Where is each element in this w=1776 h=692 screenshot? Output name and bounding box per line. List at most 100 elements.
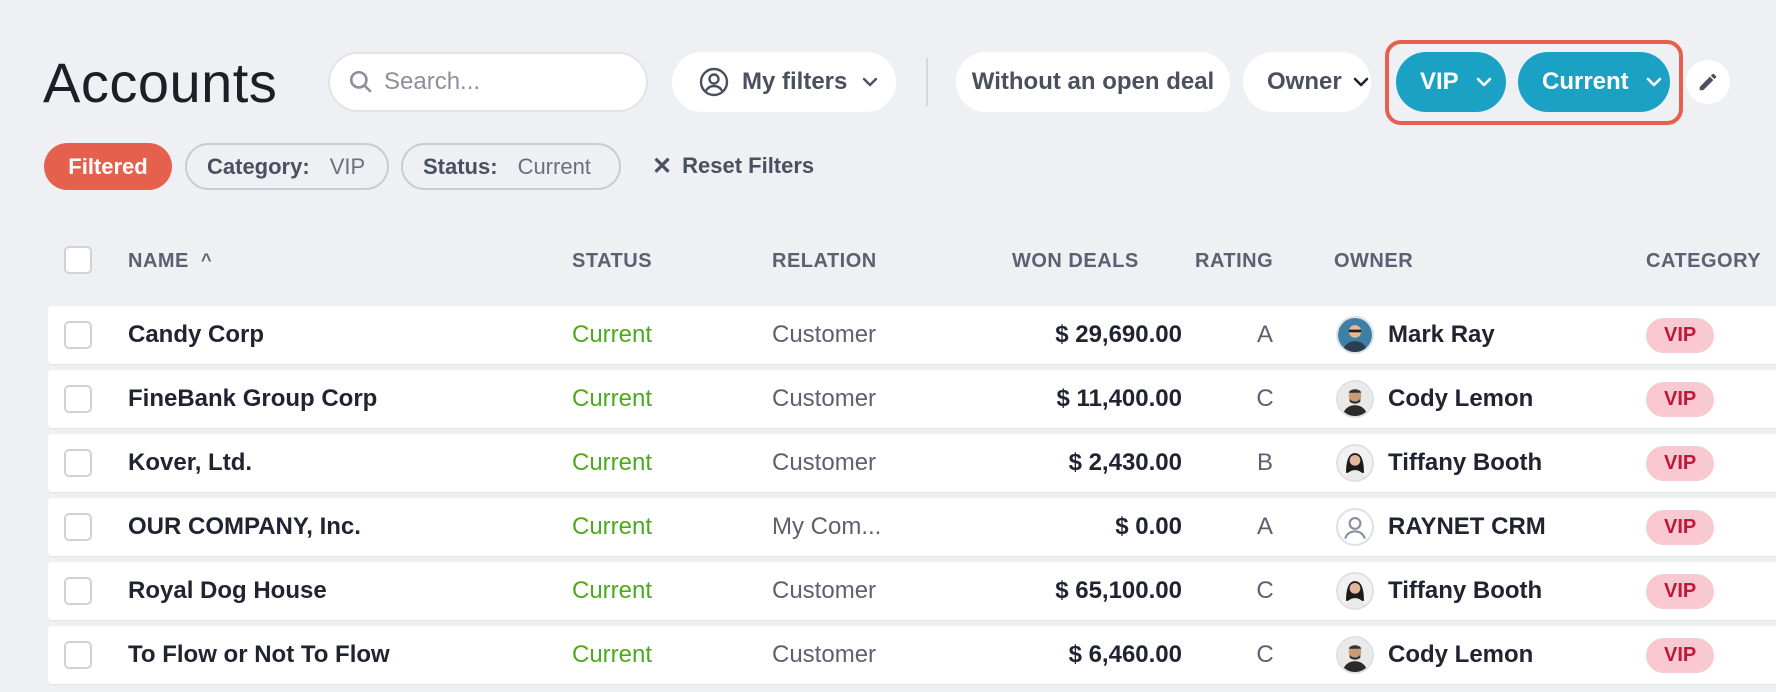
won-deals-value: $ 2,430.00 xyxy=(1068,449,1182,476)
user-circle-icon xyxy=(699,67,729,97)
row-checkbox[interactable] xyxy=(64,513,92,541)
vip-badge: VIP xyxy=(1646,381,1715,417)
search-input[interactable] xyxy=(384,68,624,96)
account-name[interactable]: Candy Corp xyxy=(128,306,264,364)
chip-value: Current xyxy=(517,153,591,179)
avatar xyxy=(1336,444,1374,482)
chevron-down-icon xyxy=(863,77,878,87)
vip-filter-label: VIP xyxy=(1420,68,1459,95)
account-rating: C xyxy=(1256,641,1274,668)
select-all-checkbox[interactable] xyxy=(64,246,92,274)
vip-filter-dropdown[interactable]: VIP xyxy=(1396,52,1506,112)
account-name[interactable]: To Flow or Not To Flow xyxy=(128,626,390,684)
account-relation: Customer xyxy=(772,321,877,348)
vip-badge: VIP xyxy=(1646,509,1715,545)
avatar xyxy=(1336,316,1374,354)
won-deals-value: $ 0.00 xyxy=(1115,513,1182,540)
vip-badge: VIP xyxy=(1646,573,1715,609)
my-filters-dropdown[interactable]: My filters xyxy=(672,52,896,112)
account-status: Current xyxy=(572,641,653,668)
row-checkbox[interactable] xyxy=(64,321,92,349)
chevron-down-icon xyxy=(1353,77,1368,87)
account-name[interactable]: Royal Dog House xyxy=(128,562,327,620)
row-checkbox[interactable] xyxy=(64,385,92,413)
owner-cell: Cody Lemon xyxy=(1336,626,1533,684)
vip-badge: VIP xyxy=(1646,637,1715,673)
category-cell: VIP xyxy=(1646,626,1715,684)
chevron-down-icon xyxy=(1646,77,1661,87)
current-filter-dropdown[interactable]: Current xyxy=(1518,52,1670,112)
owner-name: Tiffany Booth xyxy=(1388,449,1543,476)
without-open-deal-label: Without an open deal xyxy=(971,68,1215,95)
owner-cell: Cody Lemon xyxy=(1336,370,1533,428)
search-icon xyxy=(349,70,372,93)
column-header-rating[interactable]: RATING xyxy=(1195,250,1273,273)
won-deals-value: $ 65,100.00 xyxy=(1055,577,1182,604)
avatar xyxy=(1336,572,1374,610)
owner-filter-label: Owner xyxy=(1267,68,1342,95)
pencil-icon xyxy=(1699,73,1717,91)
category-cell: VIP xyxy=(1646,306,1715,364)
table-row[interactable]: Candy Corp Current Customer $ 29,690.00 … xyxy=(48,306,1776,364)
page-title: Accounts xyxy=(43,51,278,114)
edit-filters-button[interactable] xyxy=(1686,60,1730,104)
account-name[interactable]: FineBank Group Corp xyxy=(128,370,377,428)
sort-ascending-icon: ^ xyxy=(200,250,212,270)
avatar xyxy=(1336,636,1374,674)
owner-filter-dropdown[interactable]: Owner xyxy=(1243,52,1371,112)
table-row[interactable]: Kover, Ltd. Current Customer $ 2,430.00 … xyxy=(48,434,1776,492)
row-checkbox[interactable] xyxy=(64,577,92,605)
table-header: NAME ^ STATUS RELATION WON DEALS RATING … xyxy=(0,240,1776,280)
avatar xyxy=(1336,380,1374,418)
row-checkbox[interactable] xyxy=(64,449,92,477)
account-status: Current xyxy=(572,385,653,412)
account-status: Current xyxy=(572,449,653,476)
account-name[interactable]: Kover, Ltd. xyxy=(128,434,252,492)
reset-filters-button[interactable]: ✕ Reset Filters xyxy=(652,148,814,184)
won-deals-value: $ 6,460.00 xyxy=(1068,641,1182,668)
current-filter-label: Current xyxy=(1542,68,1629,95)
filtered-badge: Filtered xyxy=(44,143,172,190)
category-cell: VIP xyxy=(1646,370,1715,428)
table-row[interactable]: To Flow or Not To Flow Current Customer … xyxy=(48,626,1776,684)
chip-key: Status: xyxy=(423,153,498,179)
won-deals-value: $ 29,690.00 xyxy=(1055,321,1182,348)
account-name[interactable]: OUR COMPANY, Inc. xyxy=(128,498,361,556)
row-checkbox[interactable] xyxy=(64,641,92,669)
category-filter-chip[interactable]: Category: VIP xyxy=(185,143,389,190)
search-box[interactable] xyxy=(328,52,648,112)
account-rating: A xyxy=(1256,513,1273,540)
column-header-won-deals[interactable]: WON DEALS xyxy=(1012,250,1139,273)
category-cell: VIP xyxy=(1646,562,1715,620)
owner-cell: Tiffany Booth xyxy=(1336,434,1542,492)
table-row[interactable]: OUR COMPANY, Inc. Current My Com... $ 0.… xyxy=(48,498,1776,556)
vip-badge: VIP xyxy=(1646,317,1715,353)
category-cell: VIP xyxy=(1646,434,1715,492)
column-header-name[interactable]: NAME ^ xyxy=(128,250,212,273)
column-header-owner[interactable]: OWNER xyxy=(1334,250,1413,273)
status-filter-chip[interactable]: Status: Current xyxy=(401,143,621,190)
account-rating: B xyxy=(1256,449,1273,476)
account-relation: Customer xyxy=(772,449,877,476)
chevron-down-icon xyxy=(1476,77,1491,87)
account-rating: A xyxy=(1256,321,1273,348)
chip-key: Category: xyxy=(207,153,310,179)
owner-cell: Mark Ray xyxy=(1336,306,1495,364)
table-row[interactable]: Royal Dog House Current Customer $ 65,10… xyxy=(48,562,1776,620)
owner-cell: Tiffany Booth xyxy=(1336,562,1542,620)
column-header-relation[interactable]: RELATION xyxy=(772,250,877,273)
won-deals-value: $ 11,400.00 xyxy=(1056,385,1182,412)
chip-value: VIP xyxy=(329,153,366,179)
toolbar-divider xyxy=(926,58,928,106)
default-user-icon xyxy=(1336,508,1374,546)
account-relation: My Com... xyxy=(772,513,882,540)
without-open-deal-filter-button[interactable]: Without an open deal xyxy=(956,52,1230,112)
column-header-status[interactable]: STATUS xyxy=(572,250,652,273)
column-header-category[interactable]: CATEGORY xyxy=(1646,250,1761,273)
owner-name: Cody Lemon xyxy=(1388,385,1534,412)
account-status: Current xyxy=(572,577,653,604)
reset-filters-label: Reset Filters xyxy=(682,153,815,178)
table-row[interactable]: FineBank Group Corp Current Customer $ 1… xyxy=(48,370,1776,428)
account-relation: Customer xyxy=(772,385,877,412)
owner-cell: RAYNET CRM xyxy=(1336,498,1546,556)
